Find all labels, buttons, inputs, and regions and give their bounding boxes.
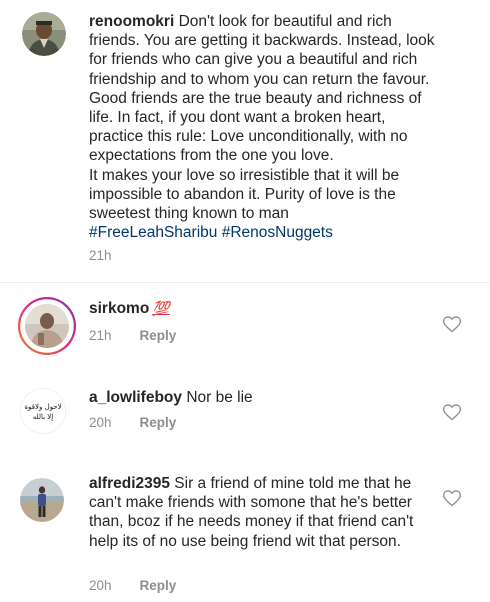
comment-time: 20h <box>89 415 112 430</box>
hundred-points-icon: 💯 <box>152 300 170 316</box>
comment-meta: 20h Reply <box>89 414 176 432</box>
comment-meta: 21h <box>89 247 112 265</box>
comment-body: Nor be lie <box>182 389 253 406</box>
comment-username[interactable]: sirkomo <box>89 300 149 317</box>
comment-meta: 20h Reply <box>89 577 176 595</box>
comment-body: Don't look for beautiful and rich friend… <box>89 13 435 223</box>
avatar-alfredi2395[interactable] <box>20 478 64 522</box>
comment-meta: 21h Reply <box>89 327 176 345</box>
reply-button[interactable]: Reply <box>140 328 177 343</box>
comment-time: 20h <box>89 578 112 593</box>
comment-time: 21h <box>89 248 112 263</box>
heart-outline-icon[interactable] <box>442 402 462 422</box>
reply-button[interactable]: Reply <box>140 578 177 593</box>
heart-outline-icon[interactable] <box>442 314 462 334</box>
comment-username[interactable]: a_lowlifeboy <box>89 389 182 406</box>
avatar-calligraphy: لاحول ولاقوة <box>24 403 61 411</box>
comment-text-alfredi2395: alfredi2395 Sir a friend of mine told me… <box>89 474 439 551</box>
heart-outline-icon[interactable] <box>442 488 462 508</box>
caption-divider <box>0 282 490 283</box>
comment-time: 21h <box>89 328 112 343</box>
avatar-a-lowlifeboy[interactable]: لاحول ولاقوة إلا بالله <box>20 388 66 434</box>
comment-text-renoomokri: renoomokri Don't look for beautiful and … <box>89 12 439 242</box>
comment-username[interactable]: alfredi2395 <box>89 475 170 492</box>
svg-text:إلا بالله: إلا بالله <box>33 413 54 421</box>
comment-username[interactable]: renoomokri <box>89 13 174 30</box>
avatar-renoomokri[interactable] <box>22 12 66 56</box>
reply-button[interactable]: Reply <box>140 415 177 430</box>
comment-text-sirkomo: sirkomo 💯 <box>89 299 439 318</box>
comment-hashtags[interactable]: #FreeLeahSharibu #RenosNuggets <box>89 224 333 241</box>
avatar-sirkomo[interactable] <box>18 297 76 355</box>
comment-text-a-lowlifeboy: a_lowlifeboy Nor be lie <box>89 388 439 407</box>
